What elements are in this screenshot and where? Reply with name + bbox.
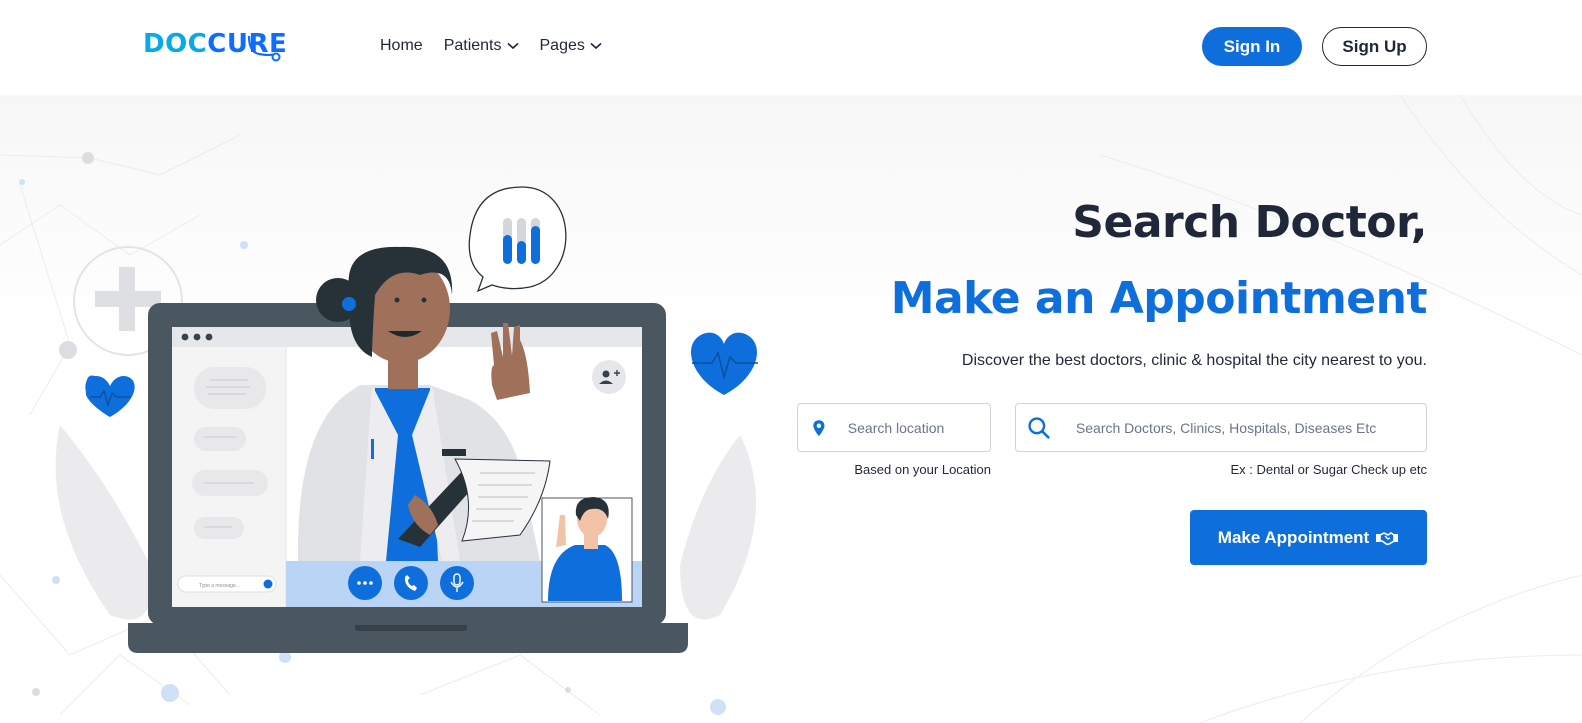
map-pin-icon: [813, 419, 825, 436]
add-user-icon: [592, 360, 626, 394]
nav-home-label: Home: [380, 37, 423, 54]
chat-input-placeholder: Type a message...: [199, 583, 240, 589]
location-search-input[interactable]: [847, 419, 990, 436]
make-appointment-button[interactable]: Make Appointment: [1190, 510, 1427, 565]
nav-patients-label: Patients: [443, 37, 502, 54]
location-search-hint: Based on your Location: [854, 462, 991, 477]
heart-pulse-icon: [691, 332, 758, 395]
handshake-icon: [1376, 531, 1399, 545]
more-icon: [348, 566, 382, 600]
search-icon: [1028, 416, 1050, 439]
location-search-box[interactable]: [797, 403, 991, 452]
nav-pages-label: Pages: [539, 37, 585, 54]
bar-chart-bubble-icon: [468, 186, 567, 293]
logo[interactable]: DOCCURE: [143, 24, 287, 64]
phone-icon: [394, 566, 428, 600]
microphone-icon: [440, 566, 474, 600]
main-nav: Home Patients Pages: [380, 33, 623, 59]
doctor-search-box[interactable]: [1015, 403, 1427, 452]
hero-title-line2: Make an Appointment: [890, 273, 1428, 324]
nav-pages[interactable]: Pages: [540, 33, 602, 59]
make-appointment-label: Make Appointment: [1217, 527, 1370, 547]
doctor-video-call-illustration: Type a message...: [55, 186, 758, 653]
sign-in-button[interactable]: Sign In: [1202, 27, 1302, 66]
doctor-search-hint: Ex : Dental or Sugar Check up etc: [1230, 462, 1427, 477]
chevron-down-icon: [506, 42, 519, 50]
stethoscope-icon: [248, 35, 281, 62]
hero-section: Type a message... Search Doctor, Make an…: [0, 95, 1582, 723]
doctor-search-input[interactable]: [1075, 419, 1426, 436]
sign-up-button[interactable]: Sign Up: [1322, 27, 1427, 66]
site-header: DOCCURE Home Patients Pages Sign In Sign…: [0, 0, 1582, 95]
nav-home[interactable]: Home: [380, 33, 423, 59]
heart-pulse-icon: [85, 375, 135, 417]
nav-patients[interactable]: Patients: [444, 33, 519, 59]
hero-subtitle: Discover the best doctors, clinic & hosp…: [961, 352, 1427, 369]
hero-title-line1: Search Doctor,: [1072, 197, 1427, 248]
chevron-down-icon: [590, 42, 602, 50]
patient-video-inset: [541, 497, 633, 603]
